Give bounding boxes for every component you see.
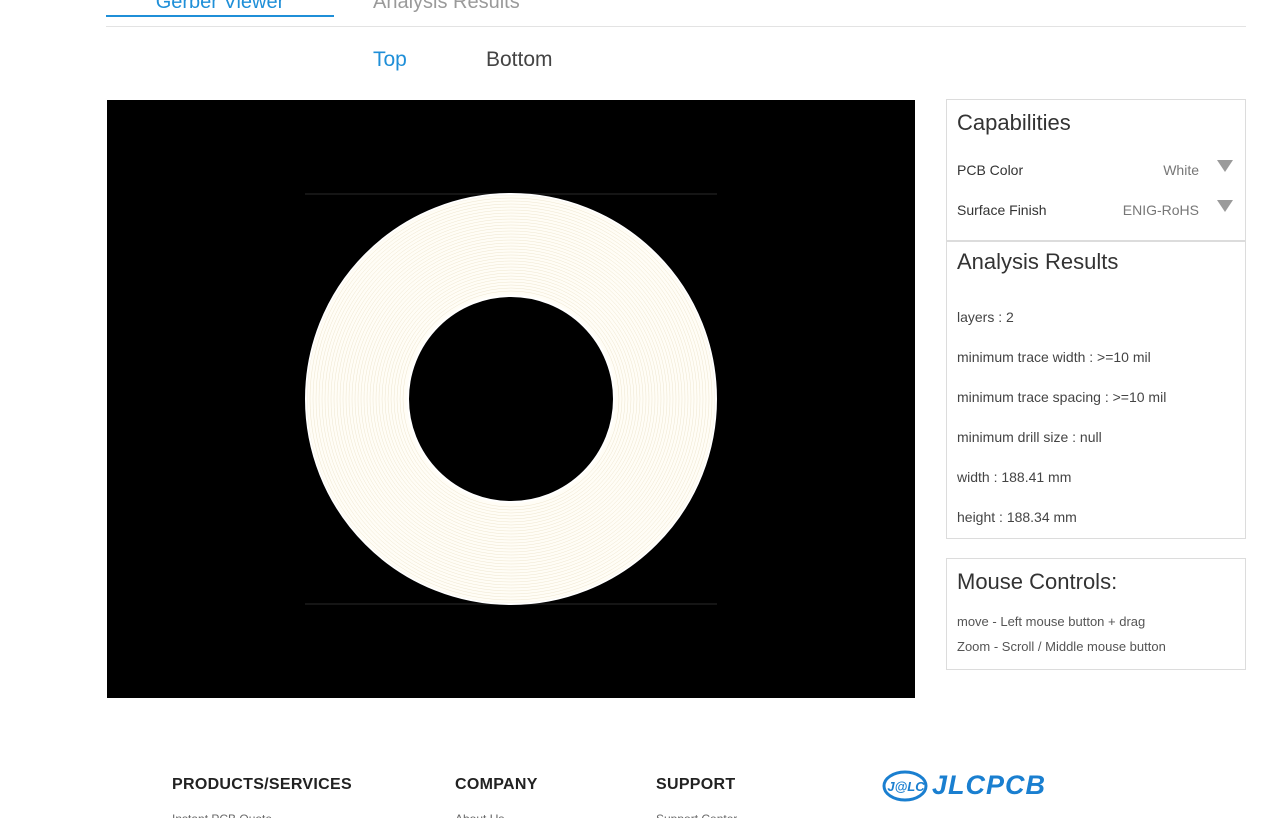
pcb-render	[305, 193, 717, 605]
pcb-color-value[interactable]: White	[1163, 162, 1199, 178]
analysis-results-panel: Analysis Results layers : 2 minimum trac…	[946, 241, 1246, 539]
logo-text: JLCPCB	[932, 770, 1047, 800]
analysis-min-trace-width: minimum trace width : >=10 mil	[957, 349, 1151, 365]
footer-products-heading: PRODUCTS/SERVICES	[172, 776, 352, 793]
analysis-results-title: Analysis Results	[957, 249, 1119, 274]
logo-mark-text: J@LC	[887, 779, 925, 794]
surface-finish-label: Surface Finish	[957, 202, 1047, 218]
caret-down-icon[interactable]	[1217, 200, 1233, 212]
jlc-logo-icon: J@LC	[882, 770, 928, 802]
caret-down-icon[interactable]	[1217, 160, 1233, 172]
footer-company-link[interactable]: About Us	[455, 812, 504, 818]
mouse-zoom-hint: Zoom - Scroll / Middle mouse button	[957, 639, 1166, 654]
analysis-layers: layers : 2	[957, 309, 1014, 325]
mouse-controls-title: Mouse Controls:	[957, 569, 1118, 594]
tab-gerber-viewer[interactable]: Gerber Viewer	[106, 0, 334, 17]
tab-bottom-layer[interactable]: Bottom	[486, 48, 553, 72]
analysis-height: height : 188.34 mm	[957, 509, 1077, 525]
jlcpcb-logo[interactable]: J@LC JLCPCB	[882, 768, 1045, 804]
surface-finish-value[interactable]: ENIG-RoHS	[1123, 202, 1199, 218]
gerber-viewer-canvas[interactable]	[107, 100, 915, 698]
capabilities-panel: Capabilities PCB Color White Surface Fin…	[946, 99, 1246, 241]
surface-finish-row: Surface Finish ENIG-RoHS	[957, 200, 1233, 222]
capabilities-title: Capabilities	[957, 110, 1071, 135]
mouse-controls-panel: Mouse Controls: move - Left mouse button…	[946, 558, 1246, 670]
main-tabs: Gerber Viewer Analysis Results	[106, 0, 1246, 27]
pcb-ring	[306, 194, 716, 604]
footer-products-link[interactable]: Instant PCB Quote	[172, 812, 272, 818]
footer-support-heading: SUPPORT	[656, 776, 736, 793]
footer-company-heading: COMPANY	[455, 776, 538, 793]
tab-analysis-results[interactable]: Analysis Results	[373, 0, 520, 14]
pcb-color-row: PCB Color White	[957, 160, 1233, 182]
analysis-min-drill-size: minimum drill size : null	[957, 429, 1102, 445]
analysis-min-trace-spacing: minimum trace spacing : >=10 mil	[957, 389, 1167, 405]
footer-support-link[interactable]: Support Center	[656, 812, 737, 818]
tab-top-layer[interactable]: Top	[373, 48, 407, 72]
pcb-color-label: PCB Color	[957, 162, 1024, 178]
mouse-move-hint: move - Left mouse button + drag	[957, 614, 1146, 629]
analysis-width: width : 188.41 mm	[957, 469, 1072, 485]
